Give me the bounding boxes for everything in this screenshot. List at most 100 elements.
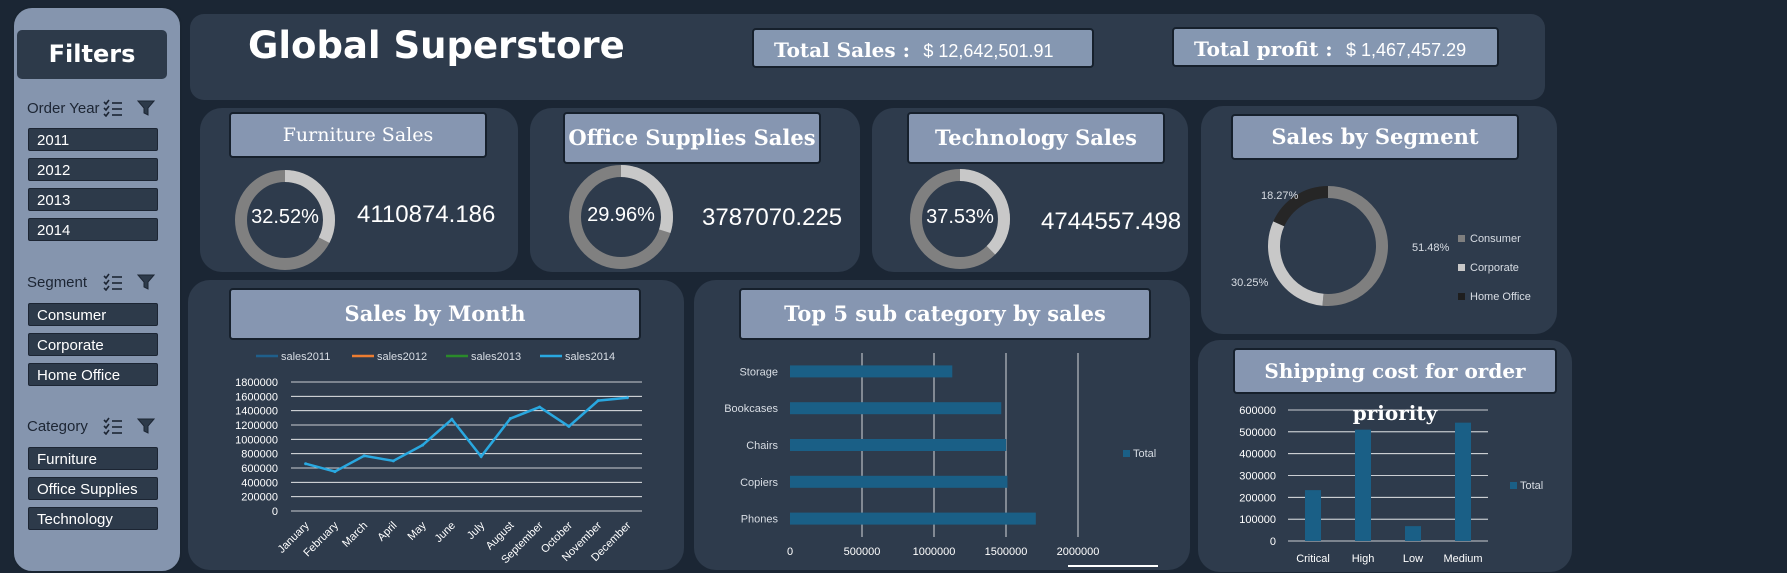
data-point bbox=[450, 417, 454, 421]
filter-chip-2011[interactable]: 2011 bbox=[28, 128, 158, 151]
x-tick-label: 500000 bbox=[844, 546, 881, 558]
y-tick-label: 100000 bbox=[1239, 514, 1276, 526]
filter-chip-consumer[interactable]: Consumer bbox=[28, 303, 158, 326]
x-tick-label: June bbox=[433, 520, 458, 545]
legend-label: Total bbox=[1520, 480, 1543, 492]
y-tick-label: 400000 bbox=[241, 477, 278, 489]
y-tick-label: 300000 bbox=[1239, 471, 1276, 483]
bar bbox=[790, 439, 1007, 451]
x-tick-label: 2000000 bbox=[1057, 546, 1100, 558]
y-tick-label: 200000 bbox=[1239, 492, 1276, 504]
legend-swatch bbox=[1458, 264, 1465, 271]
x-tick-label: April bbox=[375, 520, 399, 544]
office-supplies-sales-value: 3787070.225 bbox=[702, 204, 843, 231]
furniture-sales-value: 4110874.186 bbox=[357, 201, 496, 228]
filter-chip-2012[interactable]: 2012 bbox=[28, 158, 158, 181]
category-label: Category bbox=[27, 418, 88, 435]
legend-swatch bbox=[1510, 482, 1517, 489]
total-profit-value: $ 1,467,457.29 bbox=[1346, 40, 1467, 60]
filter-chip-home-office[interactable]: Home Office bbox=[28, 363, 158, 386]
legend-label: Corporate bbox=[1470, 262, 1519, 274]
data-point bbox=[391, 459, 395, 463]
bar bbox=[790, 365, 953, 378]
y-tick-label: Copiers bbox=[740, 477, 778, 489]
total-profit-box: Total profit : $ 1,467,457.29 bbox=[1172, 27, 1499, 67]
legend-label: sales2011 bbox=[281, 351, 330, 363]
segment-donut-chart: 51.48% 30.25% 18.27% Consumer Corporate Home … bbox=[1231, 186, 1531, 306]
y-tick-label: Phones bbox=[741, 514, 779, 526]
multi-select-icon[interactable] bbox=[103, 273, 123, 291]
segment-data-label: 30.25% bbox=[1231, 277, 1269, 289]
furniture-percent: 32.52% bbox=[251, 206, 319, 228]
office-supplies-percent: 29.96% bbox=[587, 204, 655, 226]
legend-label: Total bbox=[1133, 448, 1156, 460]
bar bbox=[1455, 422, 1471, 541]
segment-label: Segment bbox=[27, 274, 88, 291]
y-tick-label: 600000 bbox=[241, 463, 278, 475]
clear-filter-icon[interactable] bbox=[137, 99, 155, 117]
multi-select-icon[interactable] bbox=[103, 99, 123, 117]
x-tick-label: July bbox=[465, 519, 488, 542]
y-tick-label: 500000 bbox=[1239, 427, 1276, 439]
y-tick-label: 1600000 bbox=[235, 391, 278, 403]
data-point bbox=[333, 470, 337, 474]
shipping-cost-chart: 600000 500000 400000 300000 200000 100000 0 Cri… bbox=[1239, 405, 1543, 565]
top5-subcategory-chart: 0 500000 1000000 1500000 2000000 Storage Bookc… bbox=[724, 353, 1156, 558]
total-sales-value: $ 12,642,501.91 bbox=[923, 41, 1054, 61]
segment-slice bbox=[1322, 186, 1388, 306]
filter-chip-2013[interactable]: 2013 bbox=[28, 188, 158, 211]
technology-sales-value: 4744557.498 bbox=[1041, 208, 1182, 235]
dashboard-title: Global Superstore bbox=[248, 24, 625, 67]
data-point bbox=[508, 417, 512, 421]
bar bbox=[790, 512, 1036, 525]
filter-chip-furniture[interactable]: Furniture bbox=[28, 447, 158, 470]
data-point bbox=[625, 396, 629, 400]
x-tick-label: 1000000 bbox=[913, 546, 956, 558]
y-tick-label: 1800000 bbox=[235, 377, 278, 389]
bar bbox=[1305, 490, 1321, 541]
y-tick-label: Bookcases bbox=[724, 403, 778, 415]
bar bbox=[1405, 526, 1421, 541]
y-tick-label: 0 bbox=[1270, 536, 1276, 548]
filter-chip-office-supplies[interactable]: Office Supplies bbox=[28, 477, 158, 500]
x-tick-label: 0 bbox=[787, 546, 793, 558]
bar bbox=[790, 402, 1002, 415]
legend-label: sales2012 bbox=[377, 351, 427, 363]
x-tick-label: March bbox=[340, 520, 370, 550]
x-tick-label: Medium bbox=[1443, 553, 1482, 565]
filter-chip-technology[interactable]: Technology bbox=[28, 507, 158, 530]
y-tick-label: 200000 bbox=[241, 492, 278, 504]
order-year-label: Order Year bbox=[27, 100, 100, 117]
multi-select-icon[interactable] bbox=[103, 417, 123, 435]
technology-percent: 37.53% bbox=[926, 206, 994, 228]
legend-label: sales2013 bbox=[471, 351, 521, 363]
office-supplies-card-title: Office Supplies Sales bbox=[563, 112, 821, 164]
x-tick-label: Low bbox=[1403, 553, 1423, 565]
series-line-sales2014 bbox=[305, 396, 628, 473]
data-point bbox=[362, 454, 366, 458]
data-point bbox=[567, 424, 571, 428]
legend-label: sales2014 bbox=[565, 351, 615, 363]
filters-title: Filters bbox=[17, 30, 167, 79]
furniture-card-title: Furniture Sales bbox=[229, 112, 487, 158]
bar bbox=[790, 475, 1008, 488]
data-point bbox=[421, 443, 425, 447]
y-tick-label: 0 bbox=[272, 506, 278, 518]
total-sales-box: Total Sales : $ 12,642,501.91 bbox=[752, 28, 1094, 68]
filter-chip-corporate[interactable]: Corporate bbox=[28, 333, 158, 356]
data-point bbox=[596, 399, 600, 403]
clear-filter-icon[interactable] bbox=[137, 417, 155, 435]
total-sales-label: Total Sales : bbox=[774, 38, 911, 62]
filter-chip-2014[interactable]: 2014 bbox=[28, 218, 158, 241]
legend-swatch bbox=[1123, 450, 1130, 457]
clear-filter-icon[interactable] bbox=[137, 273, 155, 291]
x-tick-label: 1500000 bbox=[985, 546, 1028, 558]
x-tick-label: May bbox=[406, 519, 430, 543]
data-point bbox=[538, 405, 542, 409]
legend-swatch bbox=[1458, 293, 1465, 300]
x-tick-label: High bbox=[1352, 553, 1375, 565]
divider-line bbox=[1068, 565, 1158, 567]
bar bbox=[1355, 429, 1371, 541]
legend-label: Consumer bbox=[1470, 233, 1521, 245]
y-tick-label: Chairs bbox=[746, 440, 778, 452]
